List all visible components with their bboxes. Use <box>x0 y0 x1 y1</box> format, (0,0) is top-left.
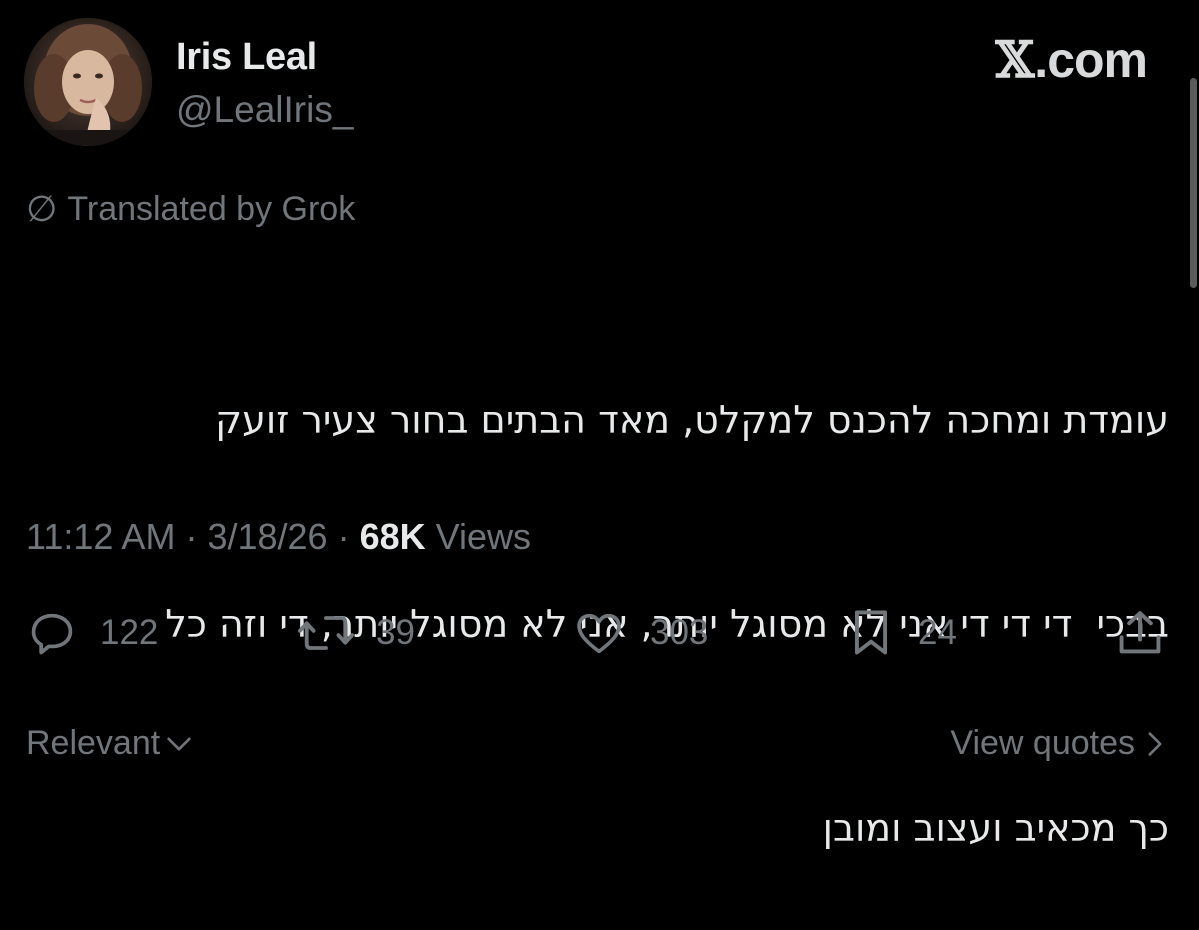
views-label[interactable]: Views <box>426 516 531 558</box>
meta-separator: · <box>175 516 208 557</box>
share-button[interactable] <box>1114 605 1166 661</box>
tweet-text-line: כך מכאיב ועצוב ומובן <box>822 806 1169 850</box>
sort-label: Relevant <box>26 724 161 762</box>
tweet-date[interactable]: 3/18/26 <box>207 516 327 558</box>
heart-icon <box>577 613 621 654</box>
brand-logo: 𝕏 .com <box>996 30 1148 89</box>
translate-slash-icon: ∅ <box>26 188 58 229</box>
translated-label: Translated by Grok <box>67 189 356 228</box>
reply-count: 122 <box>100 613 159 652</box>
view-quotes-link[interactable]: View quotes <box>950 724 1165 763</box>
chevron-right-icon <box>1148 731 1162 756</box>
author-handle[interactable]: @LealIris_ <box>176 89 353 131</box>
views-count[interactable]: 68K <box>360 516 426 558</box>
like-button[interactable]: 303 <box>572 605 708 661</box>
repost-button[interactable]: 39 <box>296 605 415 661</box>
reply-icon <box>31 613 73 655</box>
repost-icon <box>297 616 355 650</box>
reply-button[interactable]: 122 <box>26 605 158 661</box>
brand-domain: .com <box>1034 31 1148 88</box>
avatar[interactable] <box>24 18 152 146</box>
tweet-text-line: עומדת ומחכה להכנס למקלט, מאד הבתים בחור … <box>215 398 1169 442</box>
bookmark-icon <box>854 610 888 655</box>
author-display-name[interactable]: Iris Leal <box>176 36 317 79</box>
share-icon <box>1119 611 1161 654</box>
chevron-down-icon <box>167 737 191 750</box>
like-count: 303 <box>650 613 709 652</box>
x-logo-icon: 𝕏 <box>995 30 1035 89</box>
tweet-text: עומדת ומחכה להכנס למקלט, מאד הבתים בחור … <box>19 250 1169 930</box>
repost-count: 39 <box>376 613 415 652</box>
tweet-meta: 11:12 AM · 3/18/26 · 68K Views <box>26 516 531 558</box>
view-quotes-label: View quotes <box>950 724 1135 762</box>
meta-separator: · <box>327 516 360 557</box>
bookmark-count: 24 <box>918 613 957 652</box>
scrollbar[interactable] <box>1190 78 1197 288</box>
bookmark-button[interactable]: 24 <box>848 605 957 661</box>
translated-by-grok[interactable]: ∅ Translated by Grok <box>26 188 355 230</box>
sort-relevant[interactable]: Relevant <box>26 724 192 763</box>
tweet-time[interactable]: 11:12 AM <box>26 516 175 558</box>
action-bar: 122 39 303 24 <box>0 605 1199 661</box>
avatar-photo <box>24 18 152 146</box>
